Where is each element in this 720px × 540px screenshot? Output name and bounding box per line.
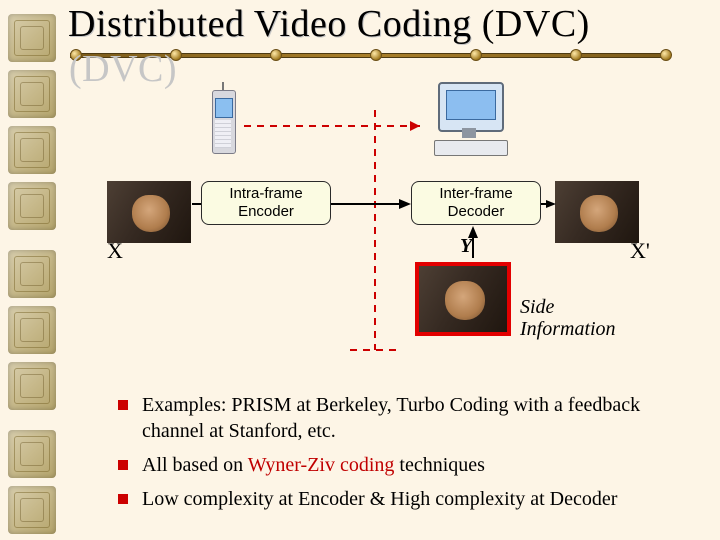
ornament-icon xyxy=(8,182,56,230)
ornament-icon xyxy=(8,126,56,174)
bullet-list: Examples: PRISM at Berkeley, Turbo Codin… xyxy=(102,392,682,520)
ornament-icon xyxy=(8,70,56,118)
list-item: Low complexity at Encoder & High complex… xyxy=(142,486,682,512)
list-item: All based on Wyner-Ziv coding techniques xyxy=(142,452,682,478)
ornament-icon xyxy=(8,362,56,410)
phone-icon xyxy=(202,82,242,164)
bullet-text: Low complexity at Encoder & High complex… xyxy=(142,488,617,510)
bullet-icon xyxy=(118,400,128,410)
encoder-block: Intra-frame Encoder xyxy=(201,181,331,225)
ornament-icon xyxy=(8,250,56,298)
ornament-icon xyxy=(8,14,56,62)
decoder-label: Inter-frame Decoder xyxy=(439,185,512,220)
side-info-label: Side Information xyxy=(520,296,616,340)
page-title: Distributed Video Coding (DVC) Distribut… xyxy=(68,2,590,46)
ornament-icon xyxy=(8,430,56,478)
y-label: Y xyxy=(460,235,472,258)
bullet-text: techniques xyxy=(394,454,485,476)
list-item: Examples: PRISM at Berkeley, Turbo Codin… xyxy=(142,392,682,444)
title-text: Distributed Video Coding (DVC) xyxy=(68,3,590,45)
computer-icon xyxy=(430,78,514,168)
side-info-image xyxy=(415,262,511,336)
side-info-l2: Information xyxy=(520,318,616,340)
ornament-icon xyxy=(8,486,56,534)
side-info-l1: Side xyxy=(520,296,554,318)
bullet-icon xyxy=(118,494,128,504)
bullet-icon xyxy=(118,460,128,470)
wyner-ziv-text: Wyner-Ziv coding xyxy=(248,454,395,476)
bullet-text: Examples: PRISM at Berkeley, Turbo Codin… xyxy=(142,394,640,442)
source-image xyxy=(107,181,191,243)
decoder-block: Inter-frame Decoder xyxy=(411,181,541,225)
bullet-text: All based on xyxy=(142,454,248,476)
ornament-icon xyxy=(8,306,56,354)
encoder-label: Intra-frame Encoder xyxy=(229,185,302,220)
reconstructed-image xyxy=(555,181,639,243)
